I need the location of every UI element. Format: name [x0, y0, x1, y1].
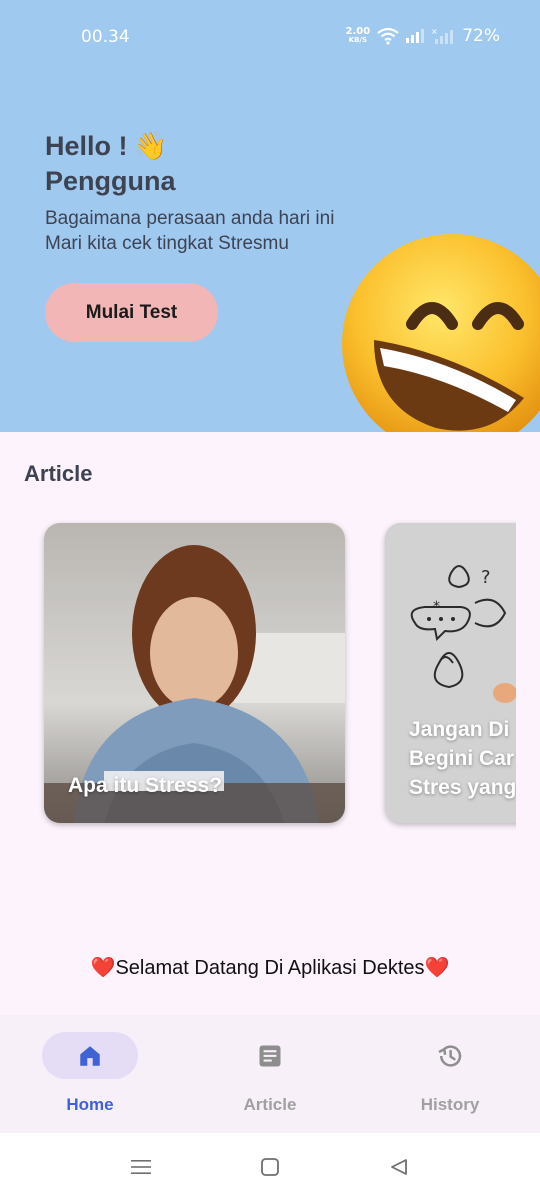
greeting-subtitle-2: Mari kita cek tingkat Stresmu	[45, 233, 289, 254]
menu-icon	[131, 1160, 151, 1174]
article-card-title: Jangan Di Begini Car Stres yang	[409, 715, 516, 802]
article-section-title: Article	[24, 461, 93, 486]
bottom-navigation: Home Article History	[0, 1015, 540, 1133]
nav-item-article[interactable]: Article	[210, 1032, 330, 1115]
wifi-icon	[377, 27, 399, 45]
svg-text:?: ?	[481, 567, 491, 588]
network-speed-unit: KB/S	[348, 36, 368, 44]
nav-label-history: History	[420, 1095, 480, 1114]
status-time: 00.34	[81, 27, 130, 47]
svg-text:*: *	[433, 599, 440, 615]
svg-text:×: ×	[431, 28, 438, 36]
hero-banner: 00.34 2.00 KB/S × 72% Hello ! 👋 Pengguna…	[0, 0, 540, 432]
article-card[interactable]: Apa itu Stress?	[44, 523, 345, 823]
article-carousel[interactable]: Apa itu Stress? ? * Jangan Di Begini Car…	[0, 518, 516, 838]
nav-item-history[interactable]: History	[390, 1032, 510, 1115]
battery-level: 72%	[462, 26, 500, 46]
network-speed: 2.00 KB/S	[345, 26, 371, 45]
signal-icon	[406, 29, 425, 43]
network-speed-value: 2.00	[345, 26, 371, 37]
article-card[interactable]: ? * Jangan Di Begini Car Stres yang	[385, 523, 516, 823]
waving-hand-icon: 👋	[133, 131, 168, 162]
nav-pill-history	[402, 1032, 498, 1079]
home-system-button[interactable]	[258, 1155, 282, 1179]
greeting-name: Pengguna	[45, 166, 176, 196]
nav-label-article: Article	[243, 1095, 297, 1114]
article-icon	[259, 1045, 281, 1066]
heart-icon: ❤️	[90, 955, 116, 979]
start-test-button[interactable]: Mulai Test	[45, 283, 218, 342]
greeting-hello: Hello ! 👋	[45, 130, 167, 162]
history-icon	[438, 1044, 462, 1067]
square-icon	[261, 1158, 279, 1176]
article-card-title: Apa itu Stress?	[68, 774, 223, 797]
status-bar: 00.34 2.00 KB/S × 72%	[0, 0, 540, 72]
greeting-subtitle-1: Bagaimana perasaan anda hari ini	[45, 208, 335, 229]
article-card-title-line: Jangan Di	[409, 718, 510, 741]
greeting-hello-text: Hello !	[45, 131, 128, 161]
welcome-text: Selamat Datang Di Aplikasi Dektes	[115, 957, 425, 979]
heart-icon: ❤️	[424, 955, 450, 979]
article-card-title-line: Stres yang	[409, 776, 516, 799]
back-triangle-icon	[391, 1159, 407, 1175]
welcome-message: ❤️Selamat Datang Di Aplikasi Dektes❤️	[0, 955, 540, 980]
recent-apps-button[interactable]	[129, 1155, 153, 1179]
status-icons: 2.00 KB/S × 72%	[346, 26, 500, 46]
nav-pill-article	[222, 1032, 318, 1079]
laughing-emoji-icon	[342, 234, 540, 432]
home-icon	[80, 1045, 100, 1066]
nav-label-home: Home	[66, 1095, 114, 1114]
signal-no-service-icon: ×	[431, 28, 454, 44]
nav-item-home[interactable]: Home	[30, 1032, 150, 1115]
back-button[interactable]	[387, 1155, 411, 1179]
system-navigation-bar	[0, 1133, 540, 1200]
article-card-title-line: Begini Car	[409, 747, 515, 770]
nav-pill-home	[42, 1032, 138, 1079]
